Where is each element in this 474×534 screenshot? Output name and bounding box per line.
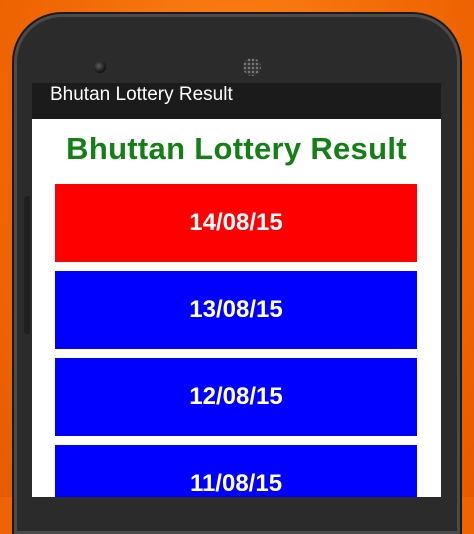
date-button[interactable]: 11/08/15 <box>55 445 417 497</box>
action-bar: Bhutan Lottery Result <box>32 83 441 119</box>
page-title: Bhuttan Lottery Result <box>66 131 407 166</box>
speaker-icon <box>243 58 261 76</box>
camera-icon <box>94 61 106 73</box>
app-screen: Bhutan Lottery Result Bhuttan Lottery Re… <box>32 83 441 497</box>
date-button[interactable]: 13/08/15 <box>55 271 417 349</box>
date-button[interactable]: 12/08/15 <box>55 358 417 436</box>
date-list: 14/08/15 13/08/15 12/08/15 11/08/15 <box>32 184 441 497</box>
date-button[interactable]: 14/08/15 <box>55 184 417 262</box>
side-button <box>24 196 30 334</box>
app-title: Bhutan Lottery Result <box>50 84 233 105</box>
